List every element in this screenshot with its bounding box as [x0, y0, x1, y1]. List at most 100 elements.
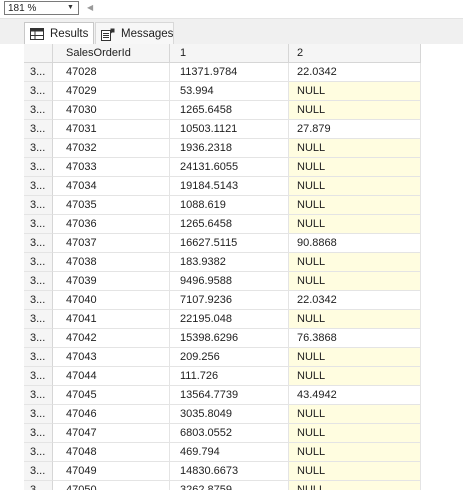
row-header-cell[interactable]: 3...	[24, 234, 53, 253]
salesorderid-cell[interactable]: 47048	[53, 443, 170, 462]
row-header-cell[interactable]: 3...	[24, 329, 53, 348]
table-row[interactable]: 3... 47037 16627.5115 90.8868	[24, 234, 421, 253]
column-1-cell[interactable]: 3262.8759	[170, 481, 289, 490]
table-row[interactable]: 3... 47043 209.256 NULL	[24, 348, 421, 367]
row-header-cell[interactable]: 3...	[24, 291, 53, 310]
salesorderid-cell[interactable]: 47030	[53, 101, 170, 120]
row-header-cell[interactable]: 3...	[24, 348, 53, 367]
column-header-2[interactable]: 2	[289, 44, 421, 63]
column-1-cell[interactable]: 469.794	[170, 443, 289, 462]
salesorderid-cell[interactable]: 47029	[53, 82, 170, 101]
row-header-cell[interactable]: 3...	[24, 253, 53, 272]
row-header-cell[interactable]: 3...	[24, 120, 53, 139]
column-1-cell[interactable]: 209.256	[170, 348, 289, 367]
table-row[interactable]: 3... 47032 1936.2318 NULL	[24, 139, 421, 158]
column-1-cell[interactable]: 1265.6458	[170, 215, 289, 234]
column-2-cell[interactable]: NULL	[289, 139, 421, 158]
row-header-cell[interactable]: 3...	[24, 481, 53, 490]
column-2-cell[interactable]: 27.879	[289, 120, 421, 139]
table-row[interactable]: 3... 47029 53.994 NULL	[24, 82, 421, 101]
row-header-cell[interactable]: 3...	[24, 272, 53, 291]
scroll-left-arrow-icon[interactable]: ◀	[87, 2, 95, 14]
row-header-cell[interactable]: 3...	[24, 63, 53, 82]
column-1-cell[interactable]: 15398.6296	[170, 329, 289, 348]
column-2-cell[interactable]: NULL	[289, 405, 421, 424]
column-2-cell[interactable]: 43.4942	[289, 386, 421, 405]
salesorderid-cell[interactable]: 47041	[53, 310, 170, 329]
salesorderid-cell[interactable]: 47044	[53, 367, 170, 386]
salesorderid-cell[interactable]: 47037	[53, 234, 170, 253]
salesorderid-cell[interactable]: 47034	[53, 177, 170, 196]
salesorderid-cell[interactable]: 47031	[53, 120, 170, 139]
salesorderid-cell[interactable]: 47043	[53, 348, 170, 367]
column-2-cell[interactable]: NULL	[289, 82, 421, 101]
salesorderid-cell[interactable]: 47047	[53, 424, 170, 443]
table-row[interactable]: 3... 47030 1265.6458 NULL	[24, 101, 421, 120]
salesorderid-cell[interactable]: 47050	[53, 481, 170, 490]
column-2-cell[interactable]: NULL	[289, 215, 421, 234]
salesorderid-cell[interactable]: 47049	[53, 462, 170, 481]
column-header-salesorderid[interactable]: SalesOrderId	[53, 44, 170, 63]
salesorderid-cell[interactable]: 47040	[53, 291, 170, 310]
salesorderid-cell[interactable]: 47028	[53, 63, 170, 82]
column-2-cell[interactable]: 90.8868	[289, 234, 421, 253]
column-2-cell[interactable]: 76.3868	[289, 329, 421, 348]
column-2-cell[interactable]: NULL	[289, 348, 421, 367]
row-header-cell[interactable]: 3...	[24, 139, 53, 158]
table-row[interactable]: 3... 47050 3262.8759 NULL	[24, 481, 421, 490]
column-2-cell[interactable]: NULL	[289, 196, 421, 215]
column-2-cell[interactable]: NULL	[289, 481, 421, 490]
column-header-rownum[interactable]	[24, 44, 53, 63]
column-2-cell[interactable]: 22.0342	[289, 291, 421, 310]
column-1-cell[interactable]: 6803.0552	[170, 424, 289, 443]
chevron-down-icon[interactable]: ▼	[65, 2, 76, 14]
salesorderid-cell[interactable]: 47046	[53, 405, 170, 424]
column-1-cell[interactable]: 1265.6458	[170, 101, 289, 120]
column-1-cell[interactable]: 11371.9784	[170, 63, 289, 82]
row-header-cell[interactable]: 3...	[24, 386, 53, 405]
column-1-cell[interactable]: 24131.6055	[170, 158, 289, 177]
column-1-cell[interactable]: 183.9382	[170, 253, 289, 272]
column-2-cell[interactable]: NULL	[289, 367, 421, 386]
column-1-cell[interactable]: 22195.048	[170, 310, 289, 329]
row-header-cell[interactable]: 3...	[24, 367, 53, 386]
table-row[interactable]: 3... 47045 13564.7739 43.4942	[24, 386, 421, 405]
results-grid[interactable]: SalesOrderId 1 2 3... 47028 11371.9784 22.0…	[24, 44, 463, 490]
zoom-dropdown[interactable]: 181 % ▼	[4, 1, 79, 15]
row-header-cell[interactable]: 3...	[24, 215, 53, 234]
column-1-cell[interactable]: 16627.5115	[170, 234, 289, 253]
column-1-cell[interactable]: 14830.6673	[170, 462, 289, 481]
table-row[interactable]: 3... 47049 14830.6673 NULL	[24, 462, 421, 481]
salesorderid-cell[interactable]: 47035	[53, 196, 170, 215]
column-1-cell[interactable]: 13564.7739	[170, 386, 289, 405]
column-2-cell[interactable]: NULL	[289, 424, 421, 443]
table-row[interactable]: 3... 47034 19184.5143 NULL	[24, 177, 421, 196]
column-2-cell[interactable]: NULL	[289, 462, 421, 481]
table-row[interactable]: 3... 47044 111.726 NULL	[24, 367, 421, 386]
row-header-cell[interactable]: 3...	[24, 443, 53, 462]
salesorderid-cell[interactable]: 47038	[53, 253, 170, 272]
row-header-cell[interactable]: 3...	[24, 158, 53, 177]
row-header-cell[interactable]: 3...	[24, 405, 53, 424]
salesorderid-cell[interactable]: 47039	[53, 272, 170, 291]
column-header-1[interactable]: 1	[170, 44, 289, 63]
table-row[interactable]: 3... 47038 183.9382 NULL	[24, 253, 421, 272]
column-2-cell[interactable]: NULL	[289, 310, 421, 329]
table-row[interactable]: 3... 47033 24131.6055 NULL	[24, 158, 421, 177]
column-1-cell[interactable]: 10503.1121	[170, 120, 289, 139]
column-1-cell[interactable]: 53.994	[170, 82, 289, 101]
salesorderid-cell[interactable]: 47042	[53, 329, 170, 348]
tab-results[interactable]: Results	[24, 22, 94, 44]
table-row[interactable]: 3... 47031 10503.1121 27.879	[24, 120, 421, 139]
table-row[interactable]: 3... 47042 15398.6296 76.3868	[24, 329, 421, 348]
column-2-cell[interactable]: NULL	[289, 443, 421, 462]
column-2-cell[interactable]: NULL	[289, 101, 421, 120]
salesorderid-cell[interactable]: 47032	[53, 139, 170, 158]
table-row[interactable]: 3... 47047 6803.0552 NULL	[24, 424, 421, 443]
column-1-cell[interactable]: 1936.2318	[170, 139, 289, 158]
column-1-cell[interactable]: 19184.5143	[170, 177, 289, 196]
column-2-cell[interactable]: NULL	[289, 177, 421, 196]
column-2-cell[interactable]: NULL	[289, 253, 421, 272]
row-header-cell[interactable]: 3...	[24, 177, 53, 196]
row-header-cell[interactable]: 3...	[24, 82, 53, 101]
